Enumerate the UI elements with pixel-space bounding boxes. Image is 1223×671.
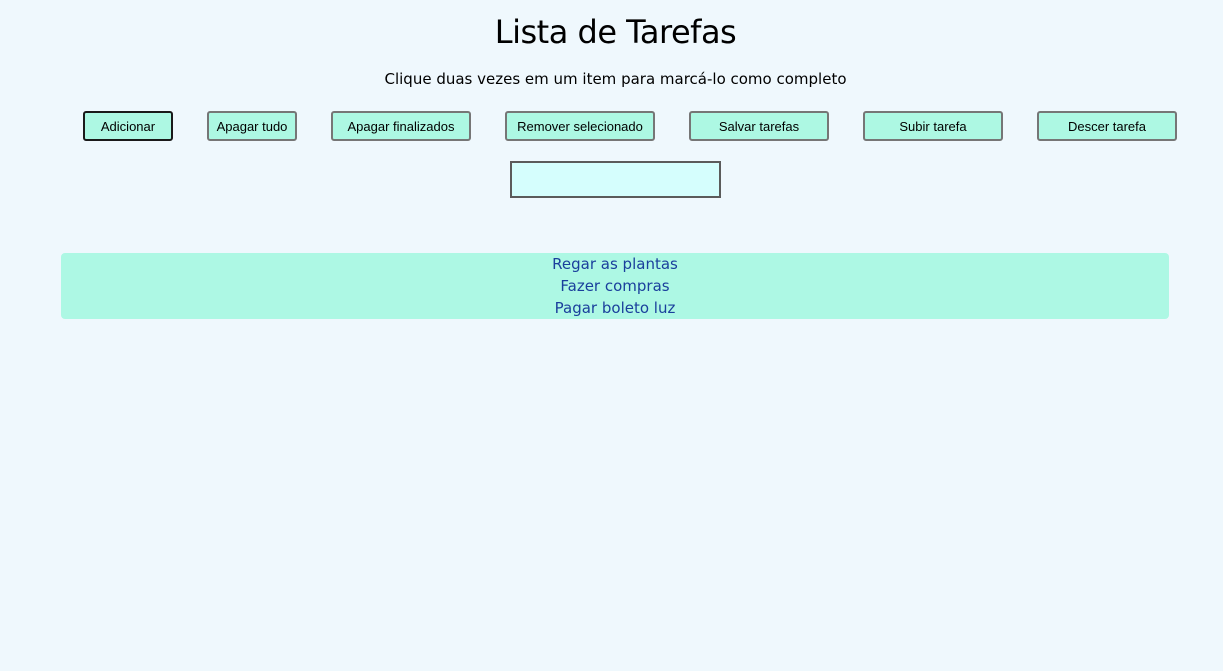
page-title: Lista de Tarefas <box>494 13 737 51</box>
task-input[interactable] <box>510 161 721 198</box>
task-item[interactable]: Regar as plantas <box>61 253 1169 275</box>
add-task-button[interactable]: Adicionar <box>83 111 173 141</box>
task-item[interactable]: Fazer compras <box>61 275 1169 297</box>
move-task-down-button[interactable]: Descer tarefa <box>1037 111 1177 141</box>
clear-completed-button[interactable]: Apagar finalizados <box>331 111 471 141</box>
task-list: Regar as plantas Fazer compras Pagar bol… <box>61 253 1169 319</box>
remove-selected-button[interactable]: Remover selecionado <box>505 111 655 141</box>
page-subtitle: Clique duas vezes em um item para marcá-… <box>384 70 847 88</box>
save-tasks-button[interactable]: Salvar tarefas <box>689 111 829 141</box>
task-item[interactable]: Pagar boleto luz <box>61 297 1169 319</box>
move-task-up-button[interactable]: Subir tarefa <box>863 111 1003 141</box>
clear-all-button[interactable]: Apagar tudo <box>207 111 297 141</box>
